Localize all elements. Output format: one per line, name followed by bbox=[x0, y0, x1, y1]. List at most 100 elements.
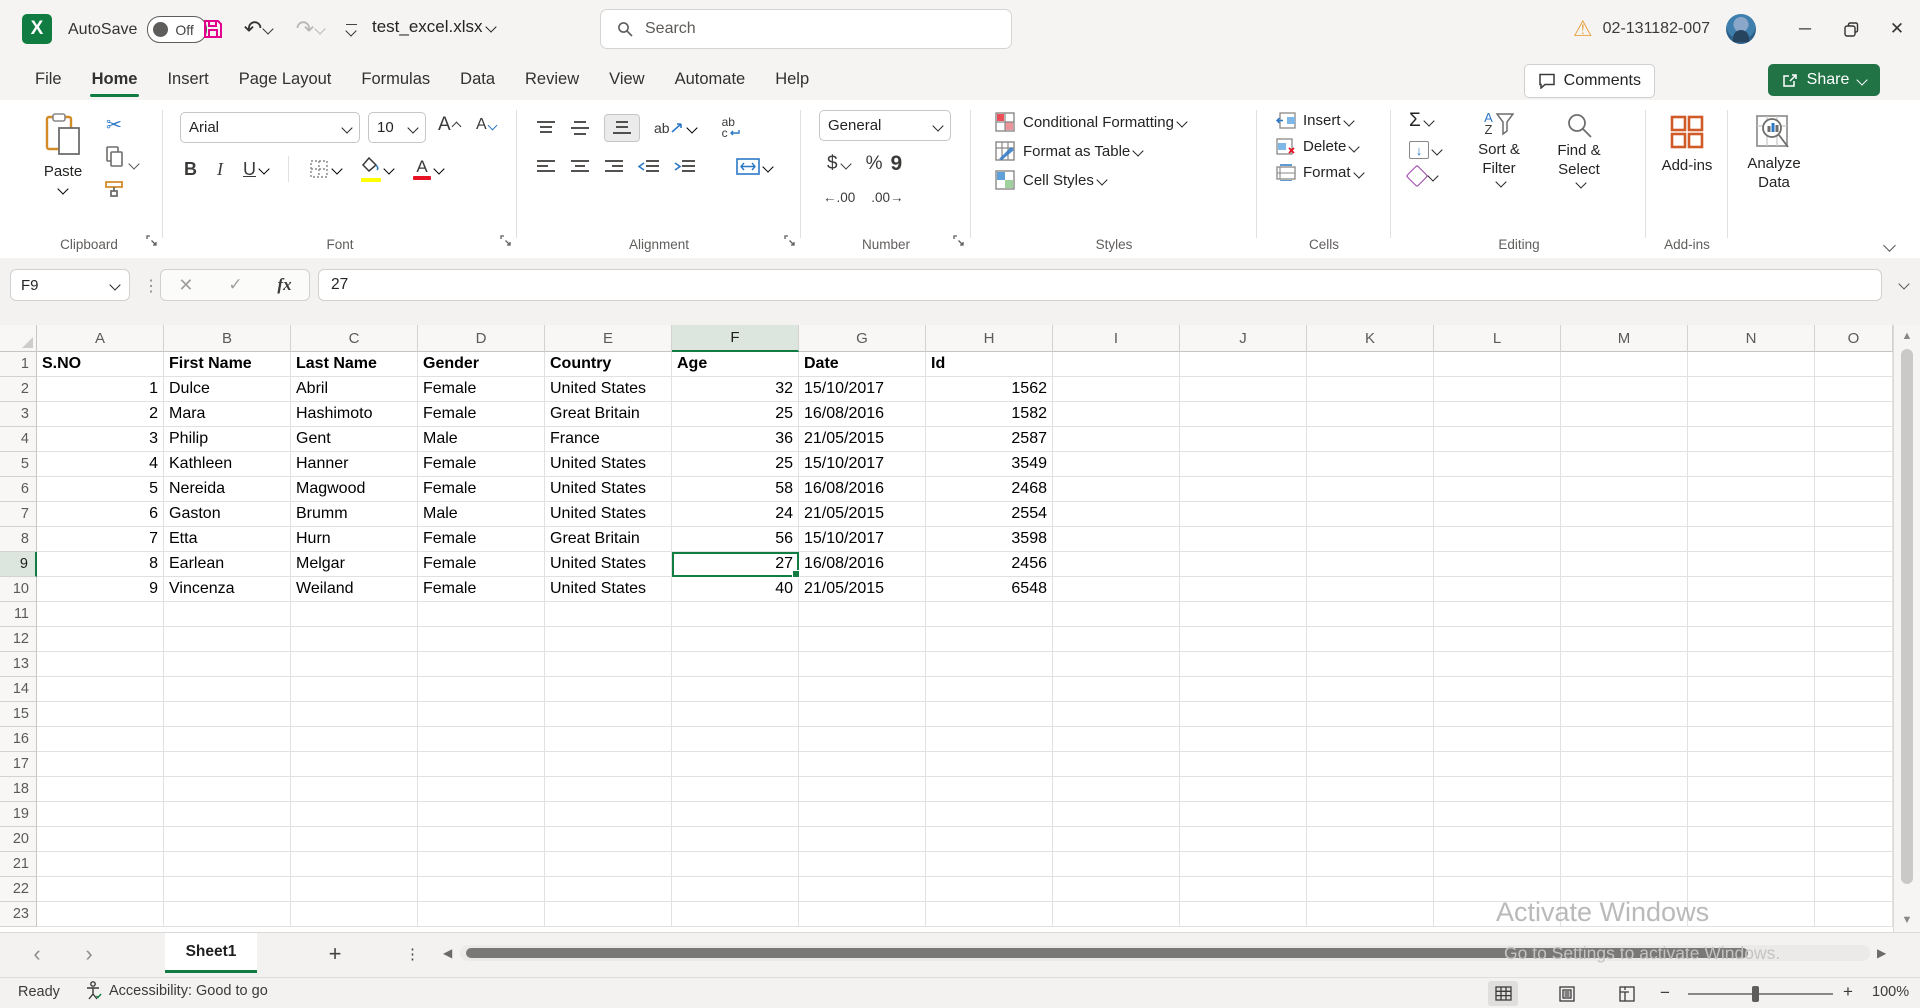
row-header-23[interactable]: 23 bbox=[0, 902, 37, 927]
row-header-8[interactable]: 8 bbox=[0, 527, 37, 552]
cell-D14[interactable] bbox=[418, 677, 545, 702]
tab-help[interactable]: Help bbox=[760, 58, 824, 100]
sort-filter-dropdown-icon[interactable] bbox=[1495, 176, 1506, 187]
cell-G19[interactable] bbox=[799, 802, 926, 827]
row-header-20[interactable]: 20 bbox=[0, 827, 37, 852]
tab-formulas[interactable]: Formulas bbox=[346, 58, 445, 100]
cell-D19[interactable] bbox=[418, 802, 545, 827]
format-painter-button[interactable] bbox=[104, 178, 126, 203]
cell-G11[interactable] bbox=[799, 602, 926, 627]
cell-J15[interactable] bbox=[1180, 702, 1307, 727]
cell-M15[interactable] bbox=[1561, 702, 1688, 727]
cell-E18[interactable] bbox=[545, 777, 672, 802]
cell-F22[interactable] bbox=[672, 877, 799, 902]
cell-H20[interactable] bbox=[926, 827, 1053, 852]
cell-M2[interactable] bbox=[1561, 377, 1688, 402]
cell-F3[interactable]: 25 bbox=[672, 402, 799, 427]
cell-L6[interactable] bbox=[1434, 477, 1561, 502]
cell-C19[interactable] bbox=[291, 802, 418, 827]
cell-F10[interactable]: 40 bbox=[672, 577, 799, 602]
cell-F23[interactable] bbox=[672, 902, 799, 927]
zoom-slider-handle[interactable] bbox=[1752, 986, 1759, 1002]
cell-J18[interactable] bbox=[1180, 777, 1307, 802]
cell-L17[interactable] bbox=[1434, 752, 1561, 777]
row-header-15[interactable]: 15 bbox=[0, 702, 37, 727]
cell-O21[interactable] bbox=[1815, 852, 1893, 877]
cell-F14[interactable] bbox=[672, 677, 799, 702]
cell-C20[interactable] bbox=[291, 827, 418, 852]
cell-O2[interactable] bbox=[1815, 377, 1893, 402]
grow-font-button[interactable]: A bbox=[438, 114, 460, 136]
cell-styles-dropdown-icon[interactable] bbox=[1096, 174, 1107, 185]
cell-L2[interactable] bbox=[1434, 377, 1561, 402]
cell-H8[interactable]: 3598 bbox=[926, 527, 1053, 552]
cell-L9[interactable] bbox=[1434, 552, 1561, 577]
cell-F16[interactable] bbox=[672, 727, 799, 752]
cell-N15[interactable] bbox=[1688, 702, 1815, 727]
cell-O23[interactable] bbox=[1815, 902, 1893, 927]
cell-B20[interactable] bbox=[164, 827, 291, 852]
cell-K13[interactable] bbox=[1307, 652, 1434, 677]
cell-E10[interactable]: United States bbox=[545, 577, 672, 602]
cell-C5[interactable]: Hanner bbox=[291, 452, 418, 477]
autosum-button[interactable]: Σ bbox=[1409, 110, 1441, 132]
cell-A12[interactable] bbox=[37, 627, 164, 652]
zoom-level[interactable]: 100% bbox=[1872, 984, 1909, 1000]
cell-J7[interactable] bbox=[1180, 502, 1307, 527]
cell-O22[interactable] bbox=[1815, 877, 1893, 902]
cell-B10[interactable]: Vincenza bbox=[164, 577, 291, 602]
cell-F18[interactable] bbox=[672, 777, 799, 802]
cell-K8[interactable] bbox=[1307, 527, 1434, 552]
cell-L19[interactable] bbox=[1434, 802, 1561, 827]
cell-G4[interactable]: 21/05/2015 bbox=[799, 427, 926, 452]
font-size-select[interactable]: 10 bbox=[368, 112, 426, 143]
cell-M17[interactable] bbox=[1561, 752, 1688, 777]
cell-C15[interactable] bbox=[291, 702, 418, 727]
save-button[interactable] bbox=[196, 12, 230, 46]
cell-G10[interactable]: 21/05/2015 bbox=[799, 577, 926, 602]
cell-C7[interactable]: Brumm bbox=[291, 502, 418, 527]
cell-G6[interactable]: 16/08/2016 bbox=[799, 477, 926, 502]
cell-D16[interactable] bbox=[418, 727, 545, 752]
cell-H7[interactable]: 2554 bbox=[926, 502, 1053, 527]
cell-G8[interactable]: 15/10/2017 bbox=[799, 527, 926, 552]
cell-N17[interactable] bbox=[1688, 752, 1815, 777]
cell-J2[interactable] bbox=[1180, 377, 1307, 402]
previous-sheet-button[interactable]: ‹ bbox=[22, 939, 52, 969]
cell-A1[interactable]: S.NO bbox=[37, 352, 164, 377]
undo-dropdown-icon[interactable] bbox=[263, 23, 274, 34]
cell-K19[interactable] bbox=[1307, 802, 1434, 827]
cell-I9[interactable] bbox=[1053, 552, 1180, 577]
column-header-H[interactable]: H bbox=[926, 325, 1053, 352]
align-bottom-button[interactable] bbox=[604, 114, 640, 142]
cell-K15[interactable] bbox=[1307, 702, 1434, 727]
cell-E8[interactable]: Great Britain bbox=[545, 527, 672, 552]
clear-dropdown-icon[interactable] bbox=[1427, 170, 1438, 181]
cell-I10[interactable] bbox=[1053, 577, 1180, 602]
cell-N14[interactable] bbox=[1688, 677, 1815, 702]
row-header-10[interactable]: 10 bbox=[0, 577, 37, 602]
cell-C17[interactable] bbox=[291, 752, 418, 777]
font-color-button[interactable]: A bbox=[413, 159, 443, 180]
cell-L18[interactable] bbox=[1434, 777, 1561, 802]
cell-D1[interactable]: Gender bbox=[418, 352, 545, 377]
font-dialog-launcher[interactable] bbox=[499, 234, 512, 252]
cell-A16[interactable] bbox=[37, 727, 164, 752]
scroll-up-icon[interactable]: ▲ bbox=[1894, 330, 1920, 342]
cell-G23[interactable] bbox=[799, 902, 926, 927]
cell-N21[interactable] bbox=[1688, 852, 1815, 877]
cell-H14[interactable] bbox=[926, 677, 1053, 702]
cell-M5[interactable] bbox=[1561, 452, 1688, 477]
cell-K23[interactable] bbox=[1307, 902, 1434, 927]
column-header-I[interactable]: I bbox=[1053, 325, 1180, 352]
document-title[interactable]: test_excel.xlsx bbox=[372, 17, 495, 37]
row-header-6[interactable]: 6 bbox=[0, 477, 37, 502]
cell-J9[interactable] bbox=[1180, 552, 1307, 577]
cell-H12[interactable] bbox=[926, 627, 1053, 652]
cell-L16[interactable] bbox=[1434, 727, 1561, 752]
cell-L20[interactable] bbox=[1434, 827, 1561, 852]
cell-G17[interactable] bbox=[799, 752, 926, 777]
cell-O19[interactable] bbox=[1815, 802, 1893, 827]
cell-N16[interactable] bbox=[1688, 727, 1815, 752]
tab-view[interactable]: View bbox=[594, 58, 659, 100]
